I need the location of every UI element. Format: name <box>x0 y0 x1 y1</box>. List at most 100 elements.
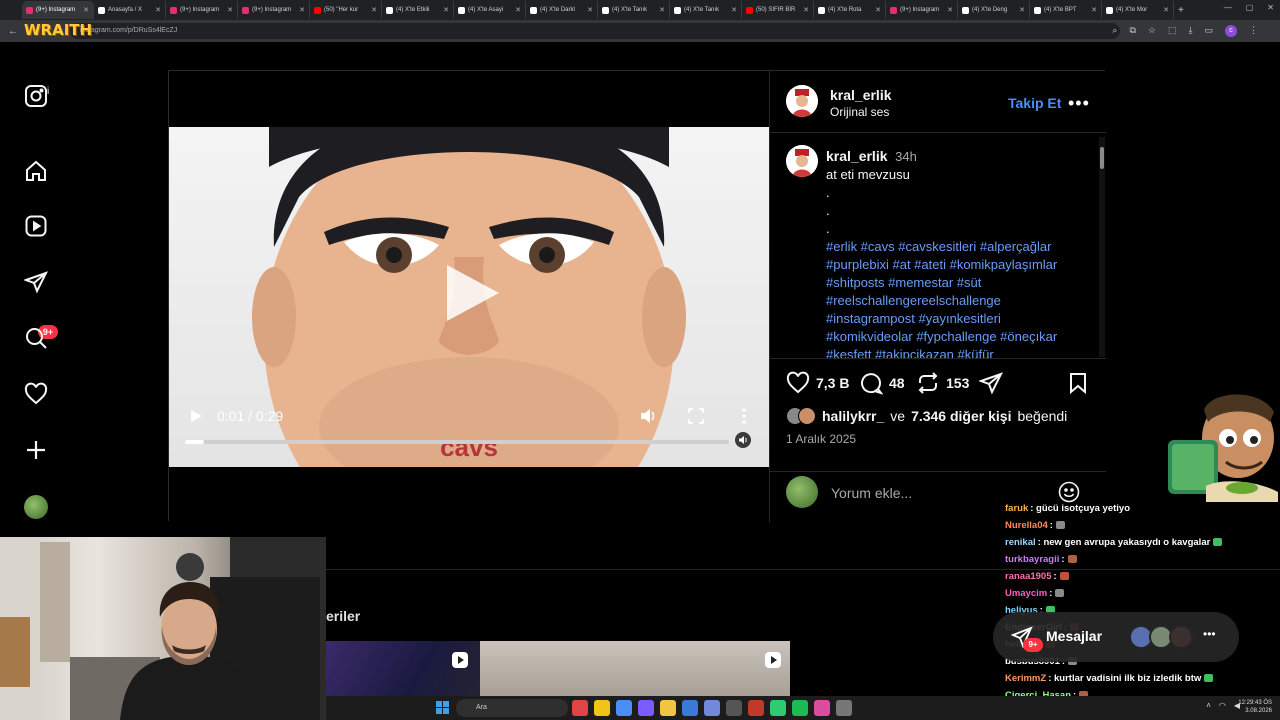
app-icon[interactable] <box>748 700 764 716</box>
liked-by-user[interactable]: halilykrr_ <box>822 408 884 424</box>
chrome-icon[interactable] <box>594 700 610 716</box>
more-post-thumbnail[interactable] <box>480 641 790 697</box>
browser-tab[interactable]: (9+) Instagram ✕ <box>22 1 94 19</box>
create-plus-icon[interactable] <box>24 438 48 462</box>
fullscreen-icon[interactable] <box>687 407 705 425</box>
windows-start-icon[interactable] <box>436 701 449 714</box>
like-action[interactable]: 7,3 B <box>786 371 849 395</box>
reels-icon[interactable] <box>24 214 48 238</box>
minimize-icon[interactable]: — <box>1224 3 1232 12</box>
audio-label[interactable]: Orijinal ses <box>830 105 889 119</box>
volume-icon[interactable] <box>639 407 657 425</box>
comment-input[interactable]: Yorum ekle... <box>831 485 912 501</box>
app-icon[interactable] <box>770 700 786 716</box>
chat-username[interactable]: Nurella04 <box>1005 520 1048 531</box>
browser-tab[interactable]: (50) SIFIR BİR ✕ <box>742 1 814 19</box>
browser-tab[interactable]: (4) X'te Asayi ✕ <box>454 1 526 19</box>
tab-close-icon[interactable]: ✕ <box>1019 6 1025 14</box>
tab-close-icon[interactable]: ✕ <box>155 6 161 14</box>
instagram-logo-icon[interactable] <box>24 84 48 108</box>
mute-toggle-icon[interactable] <box>735 432 751 448</box>
tab-close-icon[interactable]: ✕ <box>83 6 89 14</box>
tab-close-icon[interactable]: ✕ <box>659 6 665 14</box>
share-action[interactable] <box>979 371 1003 395</box>
browser-tab[interactable]: (4) X'te Etkili ✕ <box>382 1 454 19</box>
sidebar-icon[interactable]: ▭ <box>1204 25 1213 37</box>
browser-tab[interactable]: (4) X'te Rota ✕ <box>814 1 886 19</box>
install-icon[interactable]: ⧉ <box>1129 25 1135 37</box>
messages-more-icon[interactable]: ••• <box>1203 627 1216 641</box>
new-tab-icon[interactable]: + <box>1178 5 1184 16</box>
browser-tab[interactable]: (4) X'te Darkl ✕ <box>526 1 598 19</box>
download-icon[interactable]: ⤓ <box>1189 25 1193 37</box>
tab-close-icon[interactable]: ✕ <box>515 6 521 14</box>
home-icon[interactable] <box>24 159 48 183</box>
chat-username[interactable]: ranaa1905 <box>1005 571 1051 582</box>
caption-username[interactable]: kral_erlik <box>826 148 888 164</box>
menu-icon[interactable]: ⋮ <box>1249 25 1258 37</box>
app-icon[interactable] <box>836 700 852 716</box>
system-clock[interactable]: 12:29:43 ÖS 3.08.2026 <box>1238 699 1272 715</box>
chat-username[interactable]: renikal <box>1005 537 1036 548</box>
play-overlay-icon[interactable] <box>439 261 503 325</box>
tab-close-icon[interactable]: ✕ <box>947 6 953 14</box>
tab-close-icon[interactable]: ✕ <box>227 6 233 14</box>
browser-tab[interactable]: (4) X'te Tanık ✕ <box>598 1 670 19</box>
video-progress-bar[interactable] <box>185 440 729 444</box>
bookmark-star-icon[interactable]: ☆ <box>1148 25 1156 37</box>
tab-close-icon[interactable]: ✕ <box>1163 6 1169 14</box>
tab-close-icon[interactable]: ✕ <box>371 6 377 14</box>
app-icon[interactable] <box>572 700 588 716</box>
repost-action[interactable]: 153 <box>916 371 969 395</box>
browser-tab[interactable]: (9+) Instagram ✕ <box>166 1 238 19</box>
more-options-icon[interactable] <box>735 407 753 425</box>
browser-tab[interactable]: (4) X'te Mor ✕ <box>1102 1 1174 19</box>
tab-close-icon[interactable]: ✕ <box>803 6 809 14</box>
browser-tab[interactable]: (50) "Her kur ✕ <box>310 1 382 19</box>
url-field[interactable]: instagram.com/p/DRuSs4lEcZJ <box>70 23 1120 39</box>
browser-tab[interactable]: (4) X'te Deng ✕ <box>958 1 1030 19</box>
comment-action[interactable]: 48 <box>859 371 905 395</box>
app-icon[interactable] <box>616 700 632 716</box>
back-icon[interactable]: ← <box>8 26 18 37</box>
author-avatar[interactable] <box>786 85 818 117</box>
app-icon[interactable] <box>638 700 654 716</box>
chat-username[interactable]: Umaycim <box>1005 588 1047 599</box>
app-icon[interactable] <box>726 700 742 716</box>
messages-pill[interactable]: 9+ Mesajlar ••• <box>993 612 1239 662</box>
more-post-thumbnail[interactable] <box>326 641 480 697</box>
profile-avatar-icon[interactable] <box>24 495 48 519</box>
liked-by-others[interactable]: 7.346 diğer kişi <box>911 408 1011 424</box>
wifi-icon[interactable]: ◠ <box>1219 701 1226 710</box>
tab-close-icon[interactable]: ✕ <box>443 6 449 14</box>
spotify-icon[interactable] <box>792 700 808 716</box>
caption-hashtags[interactable]: #erlik #cavs #cavskesitleri #alperçağlar… <box>826 238 1086 358</box>
tab-close-icon[interactable]: ✕ <box>875 6 881 14</box>
taskbar-search[interactable]: Ara <box>456 699 568 717</box>
scrollbar-thumb[interactable] <box>1100 147 1104 169</box>
zoom-icon[interactable]: ⌕ <box>1112 25 1117 37</box>
extensions-icon[interactable]: ⬚ <box>1168 25 1177 37</box>
caption-scrollbar[interactable] <box>1099 137 1105 357</box>
browser-tab[interactable]: (9+) Instagram ✕ <box>886 1 958 19</box>
profile-avatar[interactable]: c <box>1225 25 1237 37</box>
search-icon[interactable] <box>24 326 48 350</box>
discord-icon[interactable] <box>704 700 720 716</box>
post-options-icon[interactable]: ••• <box>1068 93 1090 114</box>
chat-username[interactable]: turkbayragii <box>1005 554 1059 565</box>
tab-close-icon[interactable]: ✕ <box>299 6 305 14</box>
tab-close-icon[interactable]: ✕ <box>731 6 737 14</box>
chat-username[interactable]: KerimmZ <box>1005 673 1046 684</box>
video-player[interactable]: cavs 0:01 / 0:29 <box>169 71 769 522</box>
direct-messages-icon[interactable] <box>23 270 48 294</box>
app-icon[interactable] <box>814 700 830 716</box>
chat-username[interactable]: faruk <box>1005 503 1028 514</box>
browser-tab[interactable]: (4) X'te BPT ✕ <box>1030 1 1102 19</box>
close-window-icon[interactable]: ✕ <box>1267 3 1274 12</box>
browser-tab[interactable]: Anasayfa / X ✕ <box>94 1 166 19</box>
folder-icon[interactable] <box>660 700 676 716</box>
tab-close-icon[interactable]: ✕ <box>587 6 593 14</box>
play-icon[interactable] <box>189 409 203 423</box>
browser-tab[interactable]: (9+) Instagram ✕ <box>238 1 310 19</box>
heart-icon[interactable] <box>24 382 48 406</box>
